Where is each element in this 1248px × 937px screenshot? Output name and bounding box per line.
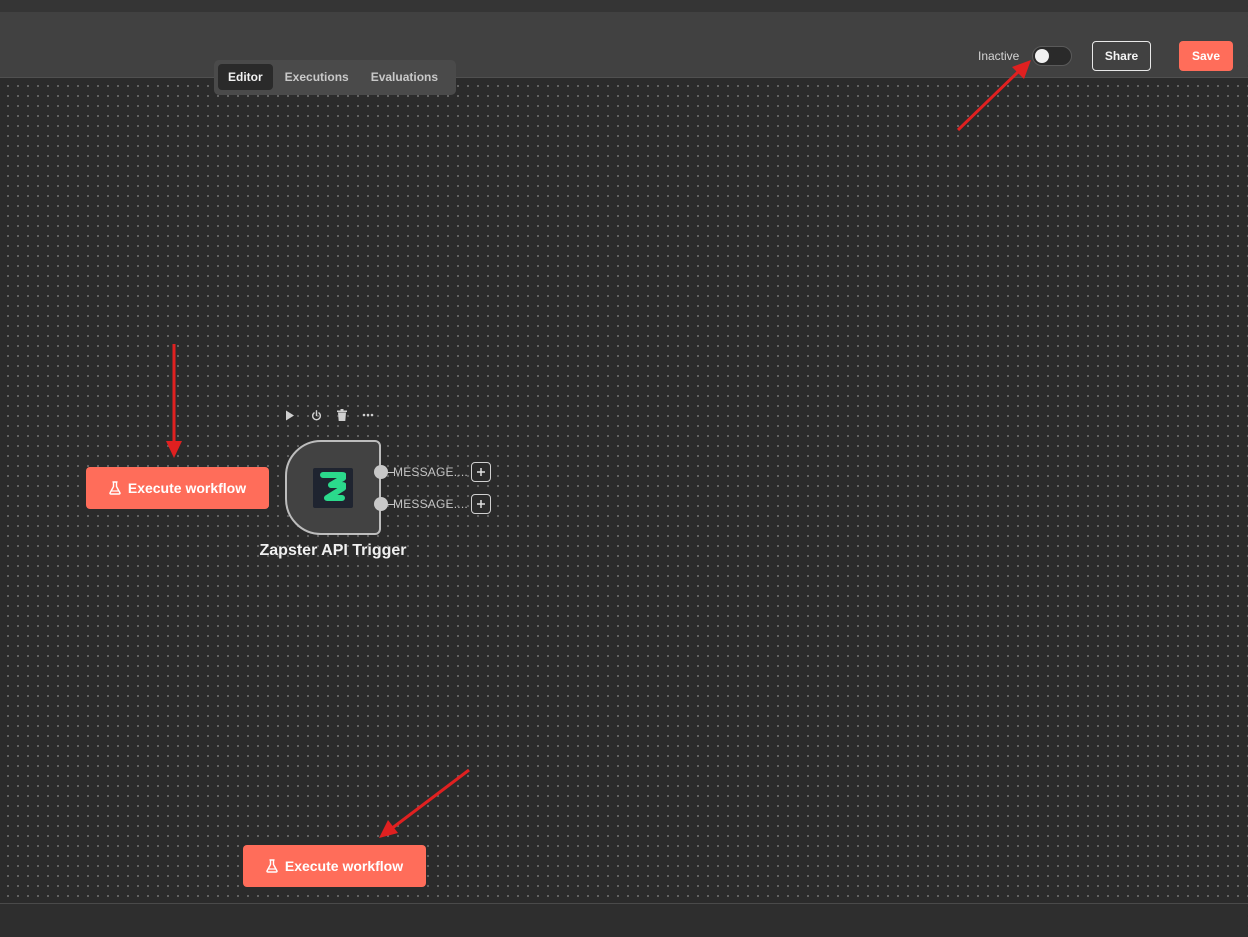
zapster-logo-icon [313, 468, 353, 508]
trigger-node[interactable] [285, 440, 381, 535]
toggle-knob [1035, 49, 1049, 63]
active-toggle[interactable] [1032, 46, 1072, 66]
add-node-button-1[interactable] [471, 462, 491, 482]
output-label-2: MESSAGE.... [393, 497, 468, 511]
save-button[interactable]: Save [1179, 41, 1233, 71]
tab-editor[interactable]: Editor [218, 64, 273, 90]
execute-workflow-button-bottom[interactable]: Execute workflow [243, 845, 426, 887]
execute-workflow-button[interactable]: Execute workflow [86, 467, 269, 509]
flask-icon [109, 481, 121, 495]
trash-icon[interactable] [334, 407, 350, 423]
play-icon[interactable] [282, 407, 298, 423]
output-handle-2[interactable] [374, 497, 388, 511]
execute-workflow-label: Execute workflow [284, 858, 404, 874]
plus-icon [477, 500, 485, 508]
view-tabs: Editor Executions Evaluations [214, 60, 456, 95]
power-icon[interactable] [308, 407, 324, 423]
node-title: Zapster API Trigger [259, 542, 407, 559]
execute-workflow-label: Execute workflow [127, 480, 247, 496]
node-toolbar [282, 405, 382, 425]
workflow-header: Inactive Share Save [0, 12, 1248, 78]
active-status-label: Inactive [978, 49, 1020, 63]
flask-icon [266, 859, 278, 873]
plus-icon [477, 468, 485, 476]
tab-executions[interactable]: Executions [275, 64, 359, 90]
output-handle-1[interactable] [374, 465, 388, 479]
bottom-panel-bar [0, 903, 1248, 937]
more-icon[interactable] [360, 407, 376, 423]
tab-evaluations[interactable]: Evaluations [361, 64, 448, 90]
add-node-button-2[interactable] [471, 494, 491, 514]
output-label-1: MESSAGE.... [393, 465, 468, 479]
share-button[interactable]: Share [1092, 41, 1151, 71]
